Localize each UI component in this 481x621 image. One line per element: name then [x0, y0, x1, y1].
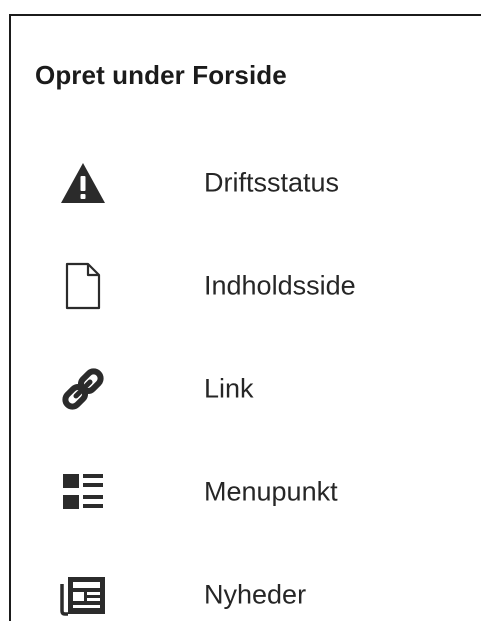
menu-item-label: Nyheder — [204, 579, 307, 609]
menu-item-link[interactable]: Link — [11, 337, 481, 440]
newspaper-icon — [53, 565, 113, 621]
menu-item-label: Menupunkt — [204, 476, 338, 506]
list-icon — [53, 462, 113, 522]
menu-item-indholdsside[interactable]: Indholdsside — [11, 234, 481, 337]
panel-title: Opret under Forside — [35, 60, 287, 90]
menu-item-driftsstatus[interactable]: Driftsstatus — [11, 131, 481, 234]
menu-item-label: Link — [204, 373, 254, 403]
menu-item-nyheder[interactable]: Nyheder — [11, 543, 481, 621]
menu-item-menupunkt[interactable]: Menupunkt — [11, 440, 481, 543]
link-icon — [53, 359, 113, 419]
warning-icon — [53, 153, 113, 213]
page-icon — [53, 256, 113, 316]
menu-item-label: Driftsstatus — [204, 167, 340, 197]
menu-item-label: Indholdsside — [204, 270, 356, 300]
create-type-list: Driftsstatus Indholdsside Link Menupunkt… — [11, 131, 481, 621]
create-under-panel: Opret under Forside Driftsstatus Indhold… — [9, 14, 481, 621]
